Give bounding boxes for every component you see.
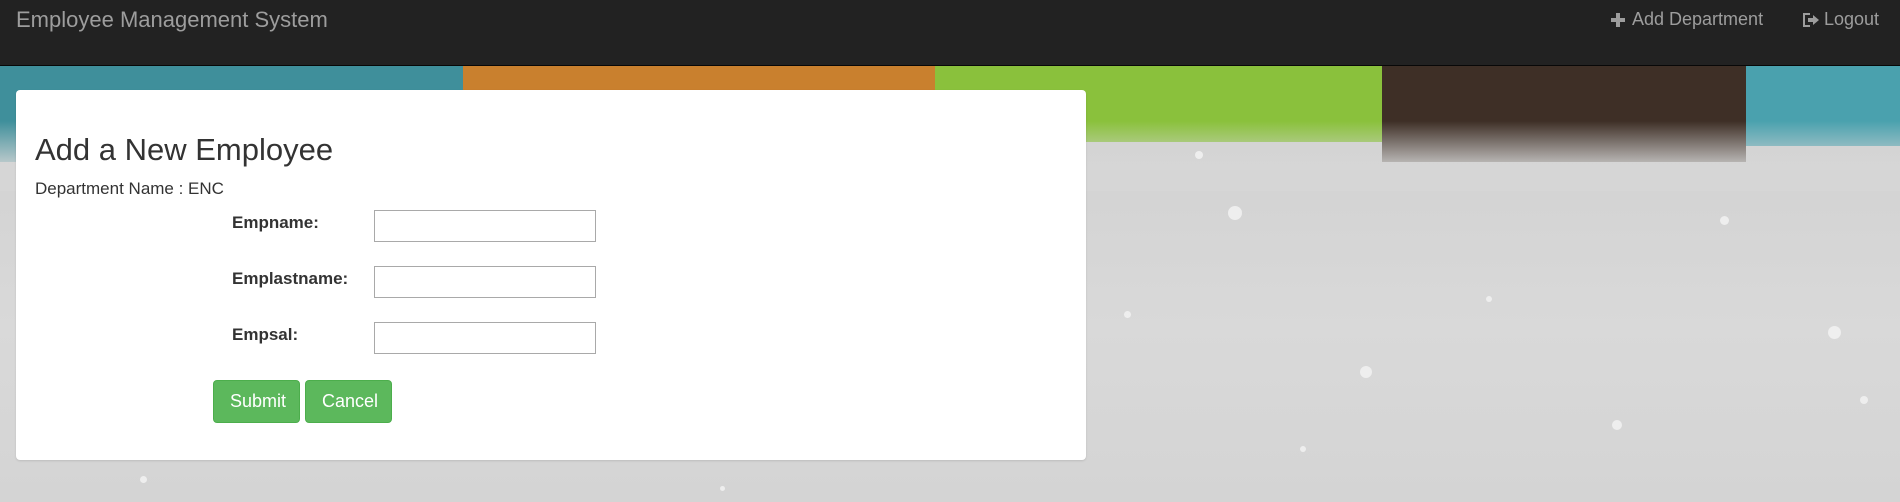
add-department-link[interactable]: Add Department [1610, 9, 1763, 30]
empname-row: Empname: [16, 210, 716, 244]
paint-speck [1720, 216, 1729, 225]
department-name: Department Name : ENC [35, 179, 224, 198]
logout-icon [1802, 12, 1819, 28]
paint-speck [1195, 151, 1203, 159]
paint-speck [1124, 311, 1131, 318]
cancel-button[interactable]: Cancel [305, 380, 392, 423]
paint-speck [1612, 420, 1622, 430]
logout-link[interactable]: Logout [1802, 9, 1879, 30]
paint-speck [1228, 206, 1242, 220]
paint-speck [140, 476, 147, 483]
empname-label: Empname: [232, 213, 319, 232]
paint-speck [1860, 396, 1868, 404]
page-title: Add a New Employee [35, 132, 334, 167]
empname-input[interactable] [374, 210, 596, 242]
paint-speck [1300, 446, 1306, 452]
paint-speck [1486, 296, 1492, 302]
empsal-row: Empsal: [16, 322, 716, 356]
submit-button[interactable]: Submit [213, 380, 300, 423]
emplastname-label: Emplastname: [232, 269, 349, 288]
empsal-label: Empsal: [232, 325, 299, 344]
add-employee-panel: Add a New Employee Department Name : ENC… [16, 90, 1086, 460]
logout-label: Logout [1824, 9, 1880, 29]
top-navbar: Employee Management System Add Departmen… [0, 0, 1900, 66]
emplastname-row: Emplastname: [16, 266, 716, 300]
plus-icon [1610, 12, 1626, 28]
paint-speck [1360, 366, 1372, 378]
paint-speck [1828, 326, 1841, 339]
empsal-input[interactable] [374, 322, 596, 354]
emplastname-input[interactable] [374, 266, 596, 298]
add-department-label: Add Department [1632, 9, 1764, 29]
paint-speck [720, 486, 725, 491]
app-brand[interactable]: Employee Management System [16, 7, 328, 33]
